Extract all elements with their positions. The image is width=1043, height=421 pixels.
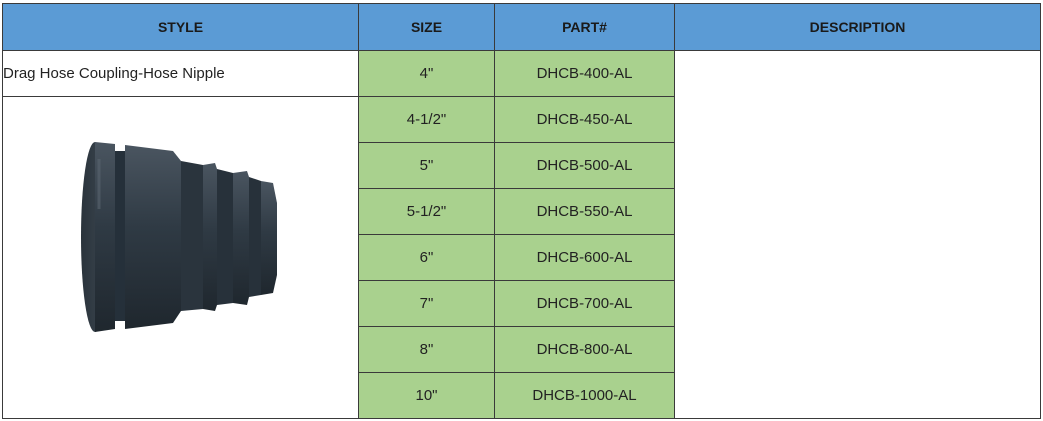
size-cell: 8" xyxy=(358,326,495,373)
part-cell: DHCB-600-AL xyxy=(494,234,675,281)
size-cell: 4" xyxy=(358,50,495,97)
product-image-cell xyxy=(2,96,359,419)
header-row: STYLE SIZE PART# DESCRIPTION xyxy=(2,3,1041,51)
part-cell: DHCB-500-AL xyxy=(494,142,675,189)
size-cell: 4-1/2" xyxy=(358,96,495,143)
header-size: SIZE xyxy=(358,3,495,51)
part-cell: DHCB-700-AL xyxy=(494,280,675,327)
part-cell: DHCB-1000-AL xyxy=(494,372,675,419)
style-name-cell: Drag Hose Coupling-Hose Nipple xyxy=(2,50,359,97)
part-cell: DHCB-450-AL xyxy=(494,96,675,143)
description-cell xyxy=(674,50,1041,419)
spec-table: STYLE SIZE PART# DESCRIPTION Drag Hose C… xyxy=(2,3,1041,419)
size-cell: 6" xyxy=(358,234,495,281)
size-cell: 10" xyxy=(358,372,495,419)
header-part: PART# xyxy=(494,3,675,51)
part-cell: DHCB-400-AL xyxy=(494,50,675,97)
size-cell: 5" xyxy=(358,142,495,189)
header-style: STYLE xyxy=(2,3,359,51)
header-description: DESCRIPTION xyxy=(674,3,1041,51)
table-row: Drag Hose Coupling-Hose Nipple 4" DHCB-4… xyxy=(2,50,1041,419)
size-cell: 7" xyxy=(358,280,495,327)
part-cell: DHCB-800-AL xyxy=(494,326,675,373)
part-cell: DHCB-550-AL xyxy=(494,188,675,235)
hose-nipple-coupling-image xyxy=(81,141,277,332)
size-cell: 5-1/2" xyxy=(358,188,495,235)
